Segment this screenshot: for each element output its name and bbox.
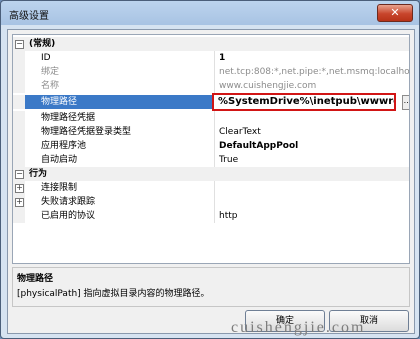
property-name: 物理路径凭据登录类型 (41, 127, 132, 137)
dialog-window: 高级设置 ✕ − (常规) ID 1 绑定 net.tcp:808:*,net.… (0, 0, 420, 339)
description-text: [physicalPath] 指向虚拟目录内容的物理路径。 (17, 289, 210, 299)
description-panel: 物理路径 [physicalPath] 指向虚拟目录内容的物理路径。 (12, 267, 410, 307)
expand-icon[interactable]: + (15, 184, 24, 193)
property-value (214, 181, 409, 195)
property-name: 绑定 (41, 67, 60, 77)
expand-icon[interactable]: + (15, 198, 24, 207)
property-row-binding[interactable]: 绑定 net.tcp:808:*,net.pipe:*,net.msmq:loc… (13, 65, 409, 79)
property-name: 连接限制 (41, 183, 78, 193)
property-name: 应用程序池 (41, 141, 87, 151)
property-row-physical-path[interactable]: 物理路径 %SystemDrive%\inetpub\wwwroot ... (13, 93, 409, 111)
row-gutter (13, 79, 25, 93)
property-value: DefaultAppPool (214, 139, 409, 153)
property-value (214, 111, 409, 125)
collapse-icon[interactable]: − (15, 170, 24, 179)
dialog-title: 高级设置 (9, 11, 49, 22)
property-name: 自动启动 (41, 155, 78, 165)
row-gutter (13, 111, 25, 125)
property-value: http (214, 209, 409, 223)
property-name: ID (41, 53, 51, 63)
property-value: True (214, 153, 409, 167)
row-gutter (13, 95, 25, 109)
collapse-icon[interactable]: − (15, 40, 24, 49)
row-gutter (13, 153, 25, 167)
property-row-id[interactable]: ID 1 (13, 51, 409, 65)
row-gutter (13, 209, 25, 223)
property-name: 名称 (41, 81, 60, 91)
property-row-name[interactable]: 名称 www.cuishengjie.com (13, 79, 409, 93)
close-button[interactable]: ✕ (377, 4, 413, 22)
watermark-text: cuishengjie.com (231, 319, 366, 336)
property-row-autostart[interactable]: 自动启动 True (13, 153, 409, 167)
category-label: (常规) (29, 39, 56, 49)
title-bar[interactable]: 高级设置 ✕ (1, 1, 419, 25)
row-gutter (13, 65, 25, 79)
property-grid: − (常规) ID 1 绑定 net.tcp:808:*,net.pipe:*,… (12, 34, 410, 264)
row-gutter (13, 125, 25, 139)
browse-button[interactable]: ... (402, 95, 409, 110)
property-name: 已启用的协议 (41, 211, 96, 221)
property-row-app-pool[interactable]: 应用程序池 DefaultAppPool (13, 139, 409, 153)
property-row-protocols[interactable]: 已启用的协议 http (13, 209, 409, 223)
property-value: www.cuishengjie.com (214, 79, 409, 93)
category-behavior[interactable]: − 行为 (13, 167, 409, 181)
property-name: 物理路径凭据 (41, 113, 96, 123)
property-value (214, 195, 409, 209)
category-general[interactable]: − (常规) (13, 37, 409, 51)
physical-path-input[interactable]: %SystemDrive%\inetpub\wwwroot (212, 93, 396, 111)
property-value: ClearText (214, 125, 409, 139)
property-row-credential-logon[interactable]: 物理路径凭据登录类型 ClearText (13, 125, 409, 139)
property-row-limits[interactable]: + 连接限制 (13, 181, 409, 195)
row-gutter (13, 139, 25, 153)
property-name: 物理路径 (25, 95, 214, 109)
property-value: net.tcp:808:*,net.pipe:*,net.msmq:localh… (214, 65, 409, 79)
category-label: 行为 (29, 169, 48, 179)
property-row-credentials[interactable]: 物理路径凭据 (13, 111, 409, 125)
property-row-failed-request[interactable]: + 失败请求跟踪 (13, 195, 409, 209)
row-gutter (13, 51, 25, 65)
property-name: 失败请求跟踪 (41, 197, 96, 207)
property-value: 1 (214, 51, 409, 65)
description-title: 物理路径 (17, 274, 54, 284)
dialog-client: − (常规) ID 1 绑定 net.tcp:808:*,net.pipe:*,… (7, 29, 415, 334)
